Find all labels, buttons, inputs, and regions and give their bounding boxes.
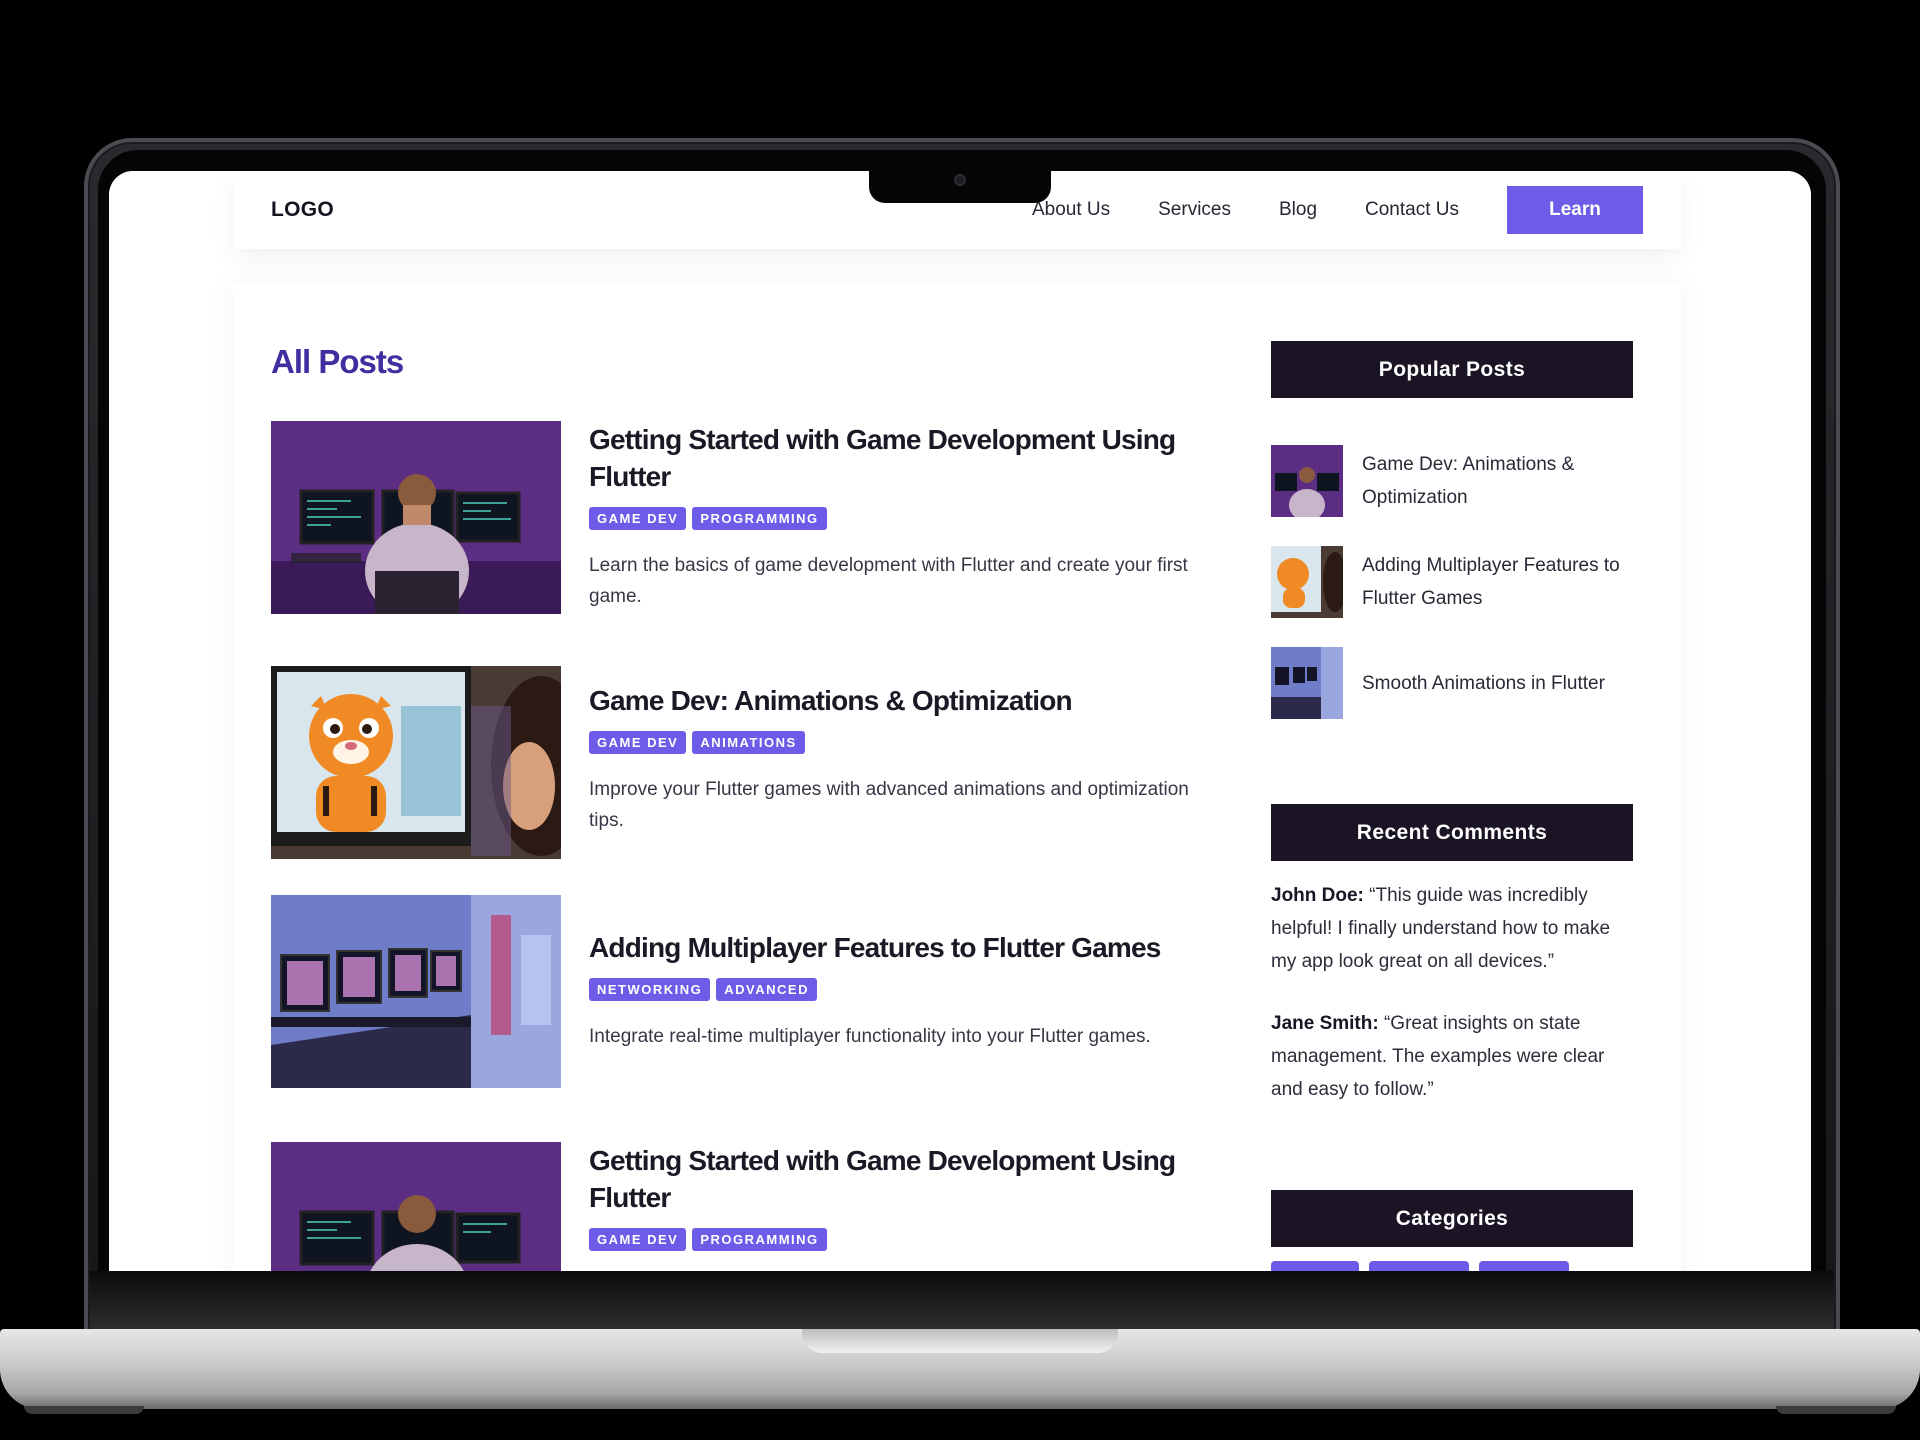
laptop-chin xyxy=(90,1271,1834,1329)
post-title[interactable]: Game Dev: Animations & Optimization xyxy=(589,682,1211,719)
nav-link-services[interactable]: Services xyxy=(1158,199,1231,221)
laptop-screen: LOGO About Us Services Blog Contact Us L… xyxy=(109,171,1811,1271)
tag-chip[interactable]: GAME DEV xyxy=(589,1228,687,1251)
nav-link-contact-us[interactable]: Contact Us xyxy=(1365,199,1459,221)
post-item: Adding Multiplayer Features to Flutter G… xyxy=(271,895,1211,1088)
post-body: Game Dev: Animations & Optimization GAME… xyxy=(589,666,1211,836)
popular-post-item[interactable]: Adding Multiplayer Features to Flutter G… xyxy=(1271,546,1633,618)
tag-chip[interactable]: NETWORKING xyxy=(589,978,711,1001)
post-title[interactable]: Getting Started with Game Development Us… xyxy=(589,421,1211,495)
nav-link-about-us[interactable]: About Us xyxy=(1032,199,1110,221)
categories-heading: Categories xyxy=(1271,1190,1633,1247)
comment-author: Jane Smith: xyxy=(1271,1013,1379,1034)
nav-link-blog[interactable]: Blog xyxy=(1279,199,1317,221)
post-thumbnail[interactable] xyxy=(271,1142,561,1271)
camera-icon xyxy=(954,174,966,186)
post-thumbnail[interactable] xyxy=(271,666,561,859)
post-body: Getting Started with Game Development Us… xyxy=(589,1142,1211,1251)
page-title: All Posts xyxy=(271,343,404,380)
post-item: Getting Started with Game Development Us… xyxy=(271,421,1211,614)
tag-chip[interactable]: GAME DEV xyxy=(589,507,687,530)
recent-comments-heading: Recent Comments xyxy=(1271,804,1633,861)
comment-item: John Doe: “This guide was incredibly hel… xyxy=(1271,879,1633,978)
site-logo[interactable]: LOGO xyxy=(271,198,334,222)
laptop-foot xyxy=(24,1406,144,1414)
post-item: Getting Started with Game Development Us… xyxy=(271,1142,1211,1271)
laptop-opening-notch xyxy=(802,1329,1118,1353)
nav-links: About Us Services Blog Contact Us xyxy=(1032,199,1459,221)
post-body: Getting Started with Game Development Us… xyxy=(589,421,1211,612)
tag-chip[interactable]: ANIMATIONS xyxy=(692,731,805,754)
post-tags: GAME DEV PROGRAMMING xyxy=(589,507,1211,530)
post-body: Adding Multiplayer Features to Flutter G… xyxy=(589,895,1211,1052)
category-chip[interactable] xyxy=(1271,1261,1359,1271)
tag-chip[interactable]: PROGRAMMING xyxy=(692,507,827,530)
popular-post-thumbnail xyxy=(1271,647,1343,719)
post-title[interactable]: Getting Started with Game Development Us… xyxy=(589,1142,1211,1216)
post-thumbnail[interactable] xyxy=(271,895,561,1088)
post-item: Game Dev: Animations & Optimization GAME… xyxy=(271,666,1211,859)
popular-post-thumbnail xyxy=(1271,546,1343,618)
popular-post-title: Game Dev: Animations & Optimization xyxy=(1362,454,1575,508)
post-excerpt: Learn the basics of game development wit… xyxy=(589,555,1188,607)
post-title[interactable]: Adding Multiplayer Features to Flutter G… xyxy=(589,929,1211,966)
laptop-foot xyxy=(1776,1406,1896,1414)
post-tags: GAME DEV ANIMATIONS xyxy=(589,731,1211,754)
popular-posts-heading: Popular Posts xyxy=(1271,341,1633,398)
blog-page: LOGO About Us Services Blog Contact Us L… xyxy=(109,171,1811,1271)
popular-post-item[interactable]: Game Dev: Animations & Optimization xyxy=(1271,445,1633,517)
post-thumbnail[interactable] xyxy=(271,421,561,614)
category-chip[interactable] xyxy=(1479,1261,1569,1271)
popular-post-title: Smooth Animations in Flutter xyxy=(1362,672,1605,694)
tag-chip[interactable]: GAME DEV xyxy=(589,731,687,754)
post-tags: NETWORKING ADVANCED xyxy=(589,978,1211,1001)
popular-post-item[interactable]: Smooth Animations in Flutter xyxy=(1271,647,1633,719)
post-tags: GAME DEV PROGRAMMING xyxy=(589,1228,1211,1251)
tag-chip[interactable]: ADVANCED xyxy=(716,978,817,1001)
content-card: All Posts Getting Started with Game Deve… xyxy=(233,283,1681,1271)
post-excerpt: Integrate real-time multiplayer function… xyxy=(589,1026,1151,1047)
category-chip[interactable] xyxy=(1369,1261,1469,1271)
comment-author: John Doe: xyxy=(1271,885,1364,906)
tag-chip[interactable]: PROGRAMMING xyxy=(692,1228,827,1251)
category-chips xyxy=(1271,1261,1569,1271)
popular-post-thumbnail xyxy=(1271,445,1343,517)
post-excerpt: Improve your Flutter games with advanced… xyxy=(589,779,1189,831)
popular-post-title: Adding Multiplayer Features to Flutter G… xyxy=(1362,555,1620,609)
comment-item: Jane Smith: “Great insights on state man… xyxy=(1271,1007,1633,1106)
learn-button[interactable]: Learn xyxy=(1507,186,1643,234)
